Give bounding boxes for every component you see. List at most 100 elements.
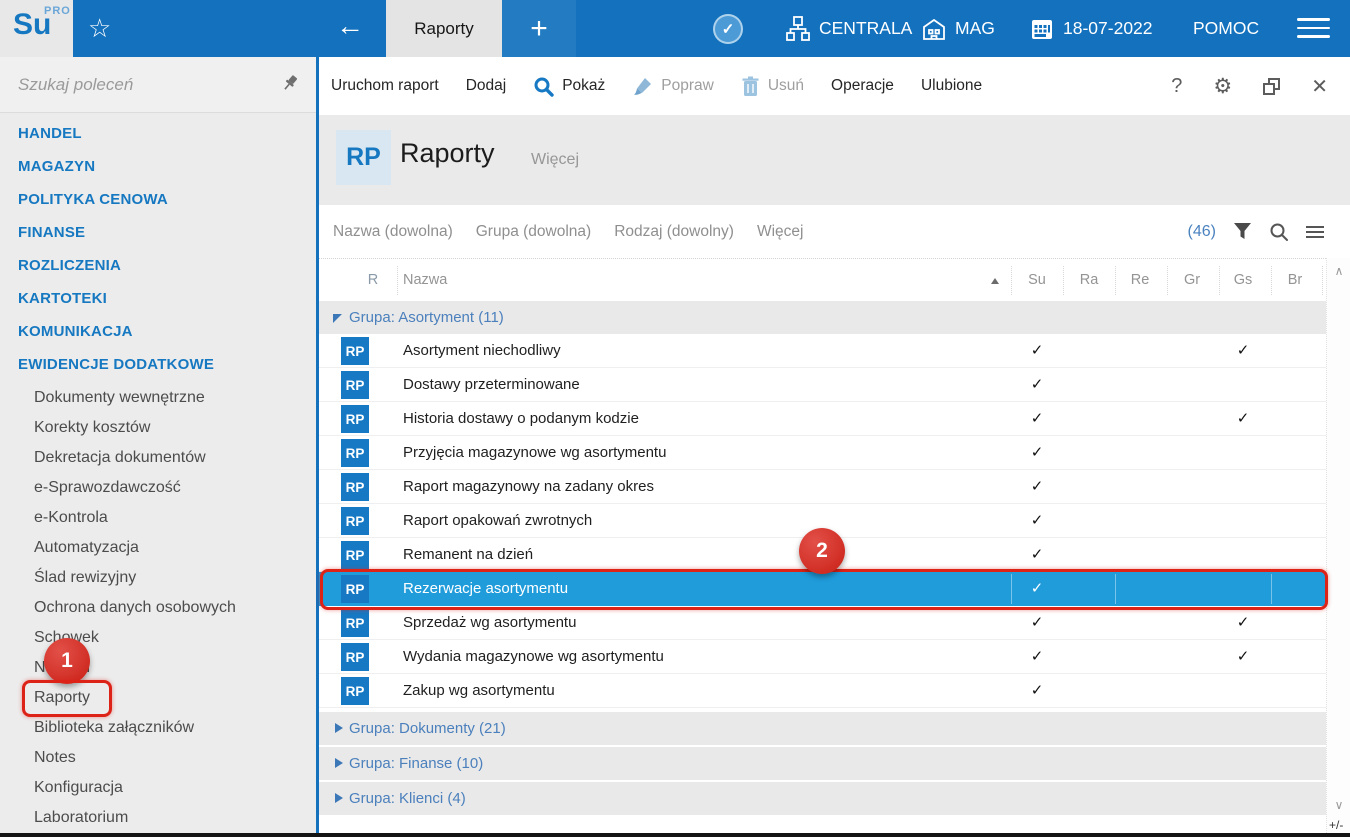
windows-overlap-icon[interactable]: [1263, 77, 1281, 95]
filter-more[interactable]: Więcej: [757, 223, 804, 241]
status-check-icon[interactable]: ✓: [713, 14, 743, 44]
help-menu[interactable]: POMOC: [1193, 0, 1259, 57]
sidebar-item-ewidencje-dodatkowe[interactable]: EWIDENCJE DODATKOWE: [0, 348, 316, 381]
group-row-dokumenty[interactable]: Grupa: Dokumenty (21): [319, 712, 1326, 745]
table-row-remanent-na-dzień[interactable]: RP Remanent na dzień ✓: [319, 538, 1326, 572]
column-r[interactable]: R: [359, 259, 387, 302]
favorites-button[interactable]: Ulubione: [921, 77, 982, 95]
sidebar-item-rozliczenia[interactable]: ROZLICZENIA: [0, 249, 316, 282]
sidebar-item-korekty-kosztów[interactable]: Korekty kosztów: [0, 413, 316, 443]
group-row-klienci[interactable]: Grupa: Klienci (4): [319, 782, 1326, 815]
table-row-zakup-wg-asortymentu[interactable]: RP Zakup wg asortymentu ✓: [319, 674, 1326, 708]
close-icon[interactable]: ✕: [1311, 74, 1328, 99]
sidebar-item-kartoteki[interactable]: KARTOTEKI: [0, 282, 316, 315]
column-separator: [1219, 266, 1220, 295]
column-gr[interactable]: Gr: [1172, 259, 1212, 302]
report-name: Historia dostawy o podanym kodzie: [403, 410, 639, 427]
sidebar-item-dokumenty-wewnętrzne[interactable]: Dokumenty wewnętrzne: [0, 383, 316, 413]
report-icon: RP: [341, 439, 369, 467]
sidebar-item-magazyn[interactable]: MAGAZYN: [0, 150, 316, 183]
warehouse-selector[interactable]: MAG: [922, 0, 995, 57]
search-input[interactable]: [18, 69, 268, 101]
table-row-asortyment-niechodliwy[interactable]: RP Asortyment niechodliwy ✓ ✓: [319, 334, 1326, 368]
column-re[interactable]: Re: [1120, 259, 1160, 302]
filter-group[interactable]: Grupa (dowolna): [476, 223, 591, 241]
sidebar-item-naklejki[interactable]: Naklejki: [0, 653, 316, 683]
pin-icon[interactable]: [280, 73, 300, 98]
edit-button[interactable]: Popraw: [632, 76, 714, 97]
add-button[interactable]: Dodaj: [466, 77, 507, 95]
column-ra[interactable]: Ra: [1069, 259, 1109, 302]
main-panel: Uruchom raport Dodaj Pokaż Popraw Usuń O…: [319, 57, 1350, 833]
date-selector[interactable]: 18-07-2022: [1030, 0, 1153, 57]
sidebar-item-notes[interactable]: Notes: [0, 743, 316, 773]
scroll-up-icon[interactable]: ∧: [1331, 264, 1347, 278]
table-row-historia-dostawy-o-podanym-kodzie[interactable]: RP Historia dostawy o podanym kodzie ✓ ✓: [319, 402, 1326, 436]
report-name: Zakup wg asortymentu: [403, 682, 555, 699]
app-logo[interactable]: Su PRO: [0, 0, 73, 57]
sidebar: HANDELMAGAZYNPOLITYKA CENOWAFINANSEROZLI…: [0, 57, 316, 833]
calendar-icon: [1032, 19, 1052, 39]
sidebar-item-automatyzacja[interactable]: Automatyzacja: [0, 533, 316, 563]
report-icon: RP: [341, 405, 369, 433]
new-tab-button[interactable]: +: [502, 0, 576, 57]
column-gs[interactable]: Gs: [1223, 259, 1263, 302]
delete-button[interactable]: Usuń: [741, 76, 804, 97]
search-icon[interactable]: [1269, 222, 1289, 242]
more-link[interactable]: Więcej: [531, 151, 579, 169]
group-label: Grupa: Klienci (4): [349, 790, 466, 807]
branch-selector[interactable]: CENTRALA: [786, 0, 912, 57]
warehouse-icon: [923, 18, 945, 40]
help-icon[interactable]: ?: [1171, 75, 1182, 98]
gear-icon[interactable]: ⚙: [1213, 74, 1232, 99]
sidebar-item-handel[interactable]: HANDEL: [0, 117, 316, 150]
column-nazwa[interactable]: Nazwa: [403, 259, 447, 302]
sidebar-item-e-sprawozdawczość[interactable]: e-Sprawozdawczość: [0, 473, 316, 503]
sidebar-item-konfiguracja[interactable]: Konfiguracja: [0, 773, 316, 803]
sidebar-item-ochrona-danych-osobowych[interactable]: Ochrona danych osobowych: [0, 593, 316, 623]
delete-label: Usuń: [767, 77, 805, 94]
tab-raporty[interactable]: Raporty: [386, 0, 502, 57]
window-bottom-edge: [0, 833, 1350, 837]
column-separator: [1063, 266, 1064, 295]
sidebar-item-e-kontrola[interactable]: e-Kontrola: [0, 503, 316, 533]
sidebar-item-laboratorium[interactable]: Laboratorium: [0, 803, 316, 833]
sidebar-item-biblioteka-załączników[interactable]: Biblioteka załączników: [0, 713, 316, 743]
table-row-rezerwacje-asortymentu[interactable]: RP Rezerwacje asortymentu ✓: [319, 572, 1326, 606]
vertical-scrollbar[interactable]: ∧ ∨ +/-: [1326, 258, 1350, 833]
filter-type[interactable]: Rodzaj (dowolny): [614, 223, 734, 241]
table-row-sprzedaż-wg-asortymentu[interactable]: RP Sprzedaż wg asortymentu ✓ ✓: [319, 606, 1326, 640]
sidebar-item-dekretacja-dokumentów[interactable]: Dekretacja dokumentów: [0, 443, 316, 473]
table-row-wydania-magazynowe-wg-asortymentu[interactable]: RP Wydania magazynowe wg asortymentu ✓ ✓: [319, 640, 1326, 674]
group-row-finanse[interactable]: Grupa: Finanse (10): [319, 747, 1326, 780]
report-icon: RP: [341, 371, 369, 399]
run-report-button[interactable]: Uruchom raport: [331, 77, 439, 95]
sidebar-item-ślad-rewizyjny[interactable]: Ślad rewizyjny: [0, 563, 316, 593]
show-button[interactable]: Pokaż: [533, 76, 605, 97]
sidebar-item-schowek[interactable]: Schowek: [0, 623, 316, 653]
list-options-icon[interactable]: [1306, 223, 1324, 241]
table-row-raport-magazynowy-na-zadany-okres[interactable]: RP Raport magazynowy na zadany okres ✓: [319, 470, 1326, 504]
column-su[interactable]: Su: [1017, 259, 1057, 302]
report-name: Dostawy przeterminowane: [403, 376, 580, 393]
column-separator: [1271, 266, 1272, 295]
group-row-asortyment[interactable]: Grupa: Asortyment (11): [319, 301, 1326, 334]
table-row-raport-opakowań-zwrotnych[interactable]: RP Raport opakowań zwrotnych ✓: [319, 504, 1326, 538]
sidebar-item-polityka-cenowa[interactable]: POLITYKA CENOWA: [0, 183, 316, 216]
favorites-star-icon[interactable]: ☆: [88, 13, 111, 43]
filter-name[interactable]: Nazwa (dowolna): [333, 223, 453, 241]
zoom-plus-minus[interactable]: +/-: [1329, 818, 1343, 832]
main-menu-icon[interactable]: [1297, 18, 1330, 38]
operations-button[interactable]: Operacje: [831, 77, 894, 95]
funnel-icon[interactable]: [1233, 222, 1252, 241]
table-row-dostawy-przeterminowane[interactable]: RP Dostawy przeterminowane ✓: [319, 368, 1326, 402]
sidebar-item-komunikacja[interactable]: KOMUNIKACJA: [0, 315, 316, 348]
sidebar-item-finanse[interactable]: FINANSE: [0, 216, 316, 249]
column-br[interactable]: Br: [1275, 259, 1315, 302]
back-arrow-icon[interactable]: ←: [336, 10, 364, 42]
table-row-przyjęcia-magazynowe-wg-asortymentu[interactable]: RP Przyjęcia magazynowe wg asortymentu ✓: [319, 436, 1326, 470]
check-su: ✓: [1030, 376, 1044, 393]
sidebar-item-raporty[interactable]: Raporty: [0, 683, 316, 713]
org-chart-icon: [786, 15, 810, 41]
scroll-down-icon[interactable]: ∨: [1331, 798, 1347, 812]
